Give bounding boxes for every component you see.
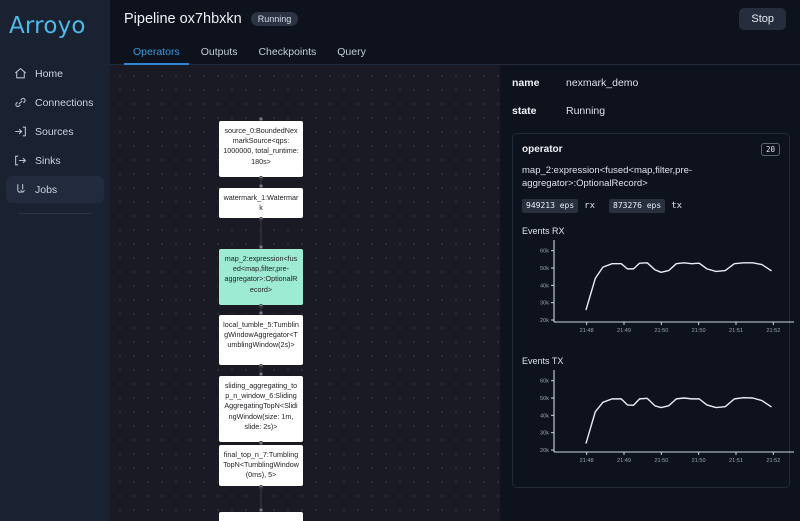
rx-label: rx [584,200,596,211]
svg-text:21:52: 21:52 [766,328,780,334]
state-label: state [512,105,537,117]
graph-node-port-in[interactable] [259,184,263,188]
tab-query[interactable]: Query [328,46,375,64]
graph-node-map_2[interactable]: map_2:expression<fused<map,filter,pre-ag… [218,248,304,306]
graph-node-sliding_aggregating_top_n_window_6[interactable]: sliding_aggregating_top_n_window_6:Slidi… [218,375,304,443]
graph-node-port-in[interactable] [259,508,263,512]
svg-text:30k: 30k [540,300,549,306]
graph-node-source_0[interactable]: source_0:BoundedNexmarkSource<qps: 10000… [218,120,304,178]
sidebar-item-jobs[interactable]: Jobs [6,176,104,203]
graph-node-final_top_n_7[interactable]: final_top_n_7:TumblingTopN<TumblingWindo… [218,444,304,487]
svg-text:21:48: 21:48 [580,328,594,334]
svg-text:21:51: 21:51 [729,328,743,334]
graph-node-port-in[interactable] [259,245,263,249]
events-tx-chart: 20k 30k 40k 50k 60k 21:48 21:49 21:50 21:50 21:51… [540,369,794,464]
operator-detail-card: operator 20 map_2:expression<fused<map,f… [512,133,794,488]
detail-row-name: name nexmark_demo [512,77,790,89]
sidebar-item-home[interactable]: Home [6,60,104,87]
events-rx-chart-title: Events RX [522,225,565,236]
arrow-out-of-bracket-icon [14,154,27,167]
pipeline-flow: source_0:BoundedNexmarkSource<qps: 10000… [110,65,500,521]
operator-card-header: operator 20 [522,143,780,156]
name-value: nexmark_demo [566,77,639,89]
svg-text:40k: 40k [540,413,549,419]
svg-text:21:50: 21:50 [692,458,706,464]
arrow-into-bracket-icon [14,125,27,138]
svg-text:60k: 60k [540,378,549,384]
tab-operators[interactable]: Operators [124,46,189,65]
app-root: Arroyo Home Connections Sources Sinks Jo… [0,0,800,521]
graph-node-watermark_1[interactable]: watermark_1:Watermark [218,187,304,219]
job-details-panel: name nexmark_demo state Running operator… [500,65,800,521]
sidebar-item-sources[interactable]: Sources [6,118,104,145]
svg-text:21:52: 21:52 [766,458,780,464]
pipeline-graph-canvas[interactable]: source_0:BoundedNexmarkSource<qps: 10000… [110,65,500,521]
tx-label: tx [671,200,683,211]
svg-text:50k: 50k [540,266,549,272]
main-area: Pipeline ox7hbxkn Running Stop Operators… [110,0,800,521]
svg-text:60k: 60k [540,248,549,254]
svg-text:21:48: 21:48 [580,458,594,464]
svg-text:50k: 50k [540,396,549,402]
svg-text:30k: 30k [540,430,549,436]
events-rx-chart: 20k 30k 40k 50k 60k 21:48 21:49 21:50 21:50 21:51… [540,239,794,334]
jobs-icon [14,183,27,196]
status-badge: Running [250,12,299,26]
app-logo: Arroyo [9,13,86,39]
graph-node-port-in[interactable] [259,311,263,315]
sidebar-item-label: Home [35,67,64,80]
tab-checkpoints[interactable]: Checkpoints [249,46,325,64]
svg-text:21:50: 21:50 [654,458,668,464]
tab-bar: Operators Outputs Checkpoints Query [110,38,800,65]
sidebar-item-label: Jobs [35,183,58,196]
sidebar-divider [18,213,92,214]
detail-row-state: state Running [512,105,790,117]
name-label: name [512,77,540,89]
stop-button[interactable]: Stop [739,8,786,30]
sidebar-item-connections[interactable]: Connections [6,89,104,116]
graph-node-port-in[interactable] [259,372,263,376]
svg-text:21:51: 21:51 [729,458,743,464]
tx-rate-chip: 873276 eps [609,198,666,213]
sidebar-item-label: Sinks [35,154,61,167]
events-tx-chart-title: Events TX [522,355,564,366]
tab-outputs[interactable]: Outputs [192,46,247,64]
rx-rate-chip: 949213 eps [522,198,579,213]
svg-text:40k: 40k [540,283,549,289]
graph-edge [260,219,262,248]
sidebar-nav: Home Connections Sources Sinks Jobs [0,60,110,214]
sidebar-item-label: Sources [35,125,74,138]
home-icon [14,67,27,80]
link-icon [14,96,27,109]
top-bar: Pipeline ox7hbxkn Running Stop [110,0,800,38]
svg-text:21:50: 21:50 [692,328,706,334]
operator-parallelism-badge: 20 [760,143,780,156]
graph-node-port-in[interactable] [259,117,263,121]
page-title: Pipeline ox7hbxkn [124,11,242,27]
sidebar-item-label: Connections [35,96,94,109]
state-value: Running [566,105,606,117]
graph-node-local_tumble_5[interactable]: local_tumble_5:TumblingWindowAggregator<… [218,314,304,366]
graph-node-port-in[interactable] [259,441,263,445]
operator-expression: map_2:expression<fused<map,filter,pre-ag… [522,164,693,189]
svg-text:21:49: 21:49 [617,458,631,464]
graph-node-sink_8[interactable] [218,511,304,521]
svg-text:20k: 20k [540,448,549,454]
operator-label: operator [522,143,563,155]
svg-text:21:50: 21:50 [654,328,668,334]
svg-text:20k: 20k [540,318,549,324]
sidebar-item-sinks[interactable]: Sinks [6,147,104,174]
svg-text:21:49: 21:49 [617,328,631,334]
sidebar: Arroyo Home Connections Sources Sinks Jo… [0,0,110,521]
content-body: source_0:BoundedNexmarkSource<qps: 10000… [110,65,800,521]
operator-metrics: 949213 eps rx 873276 eps tx [522,198,780,213]
